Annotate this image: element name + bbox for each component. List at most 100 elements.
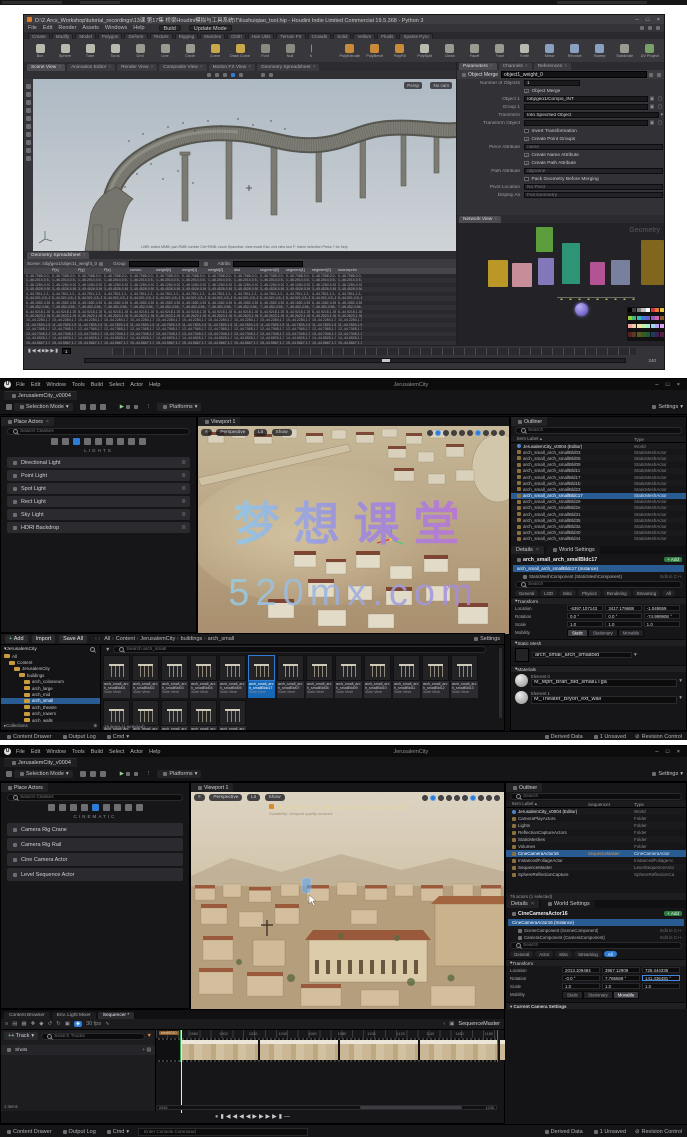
derived-data-button[interactable]: Derived Data xyxy=(543,734,583,740)
basic-icon[interactable] xyxy=(59,804,66,811)
transform-icon[interactable] xyxy=(80,771,86,777)
viewport-menu-icon[interactable]: ≡ xyxy=(201,429,212,436)
play-button[interactable]: ▶ xyxy=(120,404,124,410)
cmd-button[interactable]: Cmd▾ xyxy=(105,1129,129,1135)
houdini-shelf-tool[interactable]: Knife xyxy=(513,44,537,58)
grid-snap-icon[interactable] xyxy=(470,795,476,801)
gear-icon[interactable] xyxy=(657,73,661,77)
palette-swatch[interactable] xyxy=(646,332,650,336)
palette-swatch[interactable] xyxy=(641,324,645,328)
drag-handle-icon[interactable]: ≣ xyxy=(181,486,186,492)
ue-menu-item[interactable]: Actor xyxy=(130,382,143,388)
material-sphere-thumbnail[interactable] xyxy=(515,674,528,687)
houdini-pane-tab[interactable]: Motion FX View× xyxy=(209,64,255,71)
move-tool-icon[interactable] xyxy=(215,73,219,77)
houdini-pane-tab[interactable]: Geometry Spreadsheet× xyxy=(257,64,319,71)
asset-tile[interactable]: arch_small_arch_smallBld02Static Mesh xyxy=(132,655,159,698)
search-icon[interactable] xyxy=(90,647,95,652)
transport-controls[interactable]: ▮◀◀■▶▶▮ 1 xyxy=(28,348,74,354)
geometry-icon[interactable] xyxy=(114,804,121,811)
step-back-button[interactable]: ◀ xyxy=(246,1113,253,1120)
playback-range-slider[interactable] xyxy=(84,358,626,363)
frame-skip-icon[interactable] xyxy=(126,405,130,409)
place-actor-item[interactable]: Rect Light ≣ xyxy=(7,496,190,507)
static-mesh-dropdown[interactable]: arch_small_arch_smallBld xyxy=(532,652,632,658)
asset-search[interactable] xyxy=(113,646,486,653)
perspective-dropdown[interactable]: Perspective xyxy=(216,429,249,436)
materials-section-header[interactable]: ▾ Materials xyxy=(511,665,686,672)
geometry-icon[interactable] xyxy=(117,438,124,445)
mobility-button[interactable]: Movable xyxy=(618,629,645,637)
houdini-shelf-tool[interactable]: UV Project xyxy=(638,44,662,58)
frame-skip-icon[interactable] xyxy=(126,772,130,776)
outliner-row[interactable]: JerusalemCity_v0004 (Editor) World xyxy=(511,443,686,449)
ue-window-buttons[interactable]: – □ × xyxy=(655,749,683,755)
output-log-button[interactable]: Output Log xyxy=(61,734,96,740)
outliner-row[interactable]: CameraPlayActors Folder xyxy=(506,815,686,822)
transform-section-header[interactable]: ▾ Transform xyxy=(506,959,686,966)
houdini-shelf-tool[interactable]: Sphere xyxy=(53,44,77,58)
settings-dropdown[interactable]: Settings▾ xyxy=(650,404,683,410)
outliner-row[interactable]: InstancedFoliageActor InstancedFoliageAc xyxy=(506,857,686,864)
ue-menu-item[interactable]: File xyxy=(16,749,25,755)
breadcrumb-item[interactable]: buildings xyxy=(181,636,206,642)
houdini-shelf-tool[interactable]: Curve xyxy=(203,44,227,58)
display-options-icon[interactable] xyxy=(269,73,273,77)
houdini-update-mode-pill[interactable]: Update Mode xyxy=(189,25,232,31)
revision-control-button[interactable]: ⊘Revision Control xyxy=(635,1129,682,1135)
collections-row[interactable]: ▸ Collections⊕ xyxy=(1,722,100,729)
cb-settings-button[interactable]: Settings xyxy=(472,636,500,642)
dropdown-arrow-icon[interactable]: ▾ xyxy=(661,113,663,118)
palette-swatch[interactable] xyxy=(646,324,650,328)
drag-handle-icon[interactable]: ≣ xyxy=(181,499,186,505)
asset-tile[interactable]: arch_small_arch_smallBld09Static Mesh xyxy=(335,655,362,698)
palette-swatch[interactable] xyxy=(632,324,636,328)
sequence-name[interactable]: SequenceMaster xyxy=(458,1021,500,1027)
details-filter[interactable]: Misc xyxy=(555,951,572,957)
import-button[interactable]: Import xyxy=(32,635,56,643)
palette-swatch[interactable] xyxy=(632,332,636,336)
palette-swatch[interactable] xyxy=(632,308,636,312)
palette-swatch[interactable] xyxy=(660,332,664,336)
details-tab[interactable]: Details× xyxy=(506,900,539,908)
instance-row[interactable]: arch_small_arch_smallBldc17 (Instance) xyxy=(513,565,684,572)
scale-icon[interactable] xyxy=(100,404,106,410)
filter-icon[interactable]: ▼ xyxy=(147,1033,152,1039)
shot-thumbnail[interactable] xyxy=(420,1040,498,1060)
selection-mode-dropdown[interactable]: Selection Mode▾ xyxy=(14,770,73,778)
console-input[interactable] xyxy=(138,1128,308,1136)
timeline-ruler[interactable] xyxy=(112,348,636,355)
drag-handle-icon[interactable]: ≣ xyxy=(181,460,186,466)
outliner-row[interactable]: arch_small_arch_smallBld35 StaticMeshAct… xyxy=(511,517,686,523)
snap-point-icon[interactable] xyxy=(26,140,31,145)
volumes-icon[interactable] xyxy=(125,804,132,811)
network-editor[interactable]: Geometry xyxy=(456,223,665,345)
outliner-row[interactable]: StaticMeshes Folder xyxy=(506,836,686,843)
mobility-button[interactable]: Stationary xyxy=(588,629,618,637)
recent-icon[interactable] xyxy=(51,438,58,445)
houdini-menu-item[interactable]: Render xyxy=(58,25,76,31)
playback-end-marker[interactable] xyxy=(497,1030,498,1062)
checkbox[interactable] xyxy=(524,153,529,158)
houdini-shelf-tool[interactable]: Sweep xyxy=(588,44,612,58)
palette-swatch[interactable] xyxy=(660,316,664,320)
palette-swatch[interactable] xyxy=(637,316,641,320)
attribs-filter-field[interactable] xyxy=(233,261,303,267)
outliner-row[interactable]: arch_small_arch_smallBldc17 StaticMeshAc… xyxy=(511,493,686,499)
group-filter-field[interactable] xyxy=(129,261,199,267)
network-box[interactable] xyxy=(611,260,630,285)
save-icon[interactable] xyxy=(6,771,12,777)
palette-swatch[interactable] xyxy=(628,316,632,320)
outliner-row[interactable]: SequenceMaster LevelSequenceActo xyxy=(506,864,686,871)
cinematic-icon[interactable] xyxy=(92,804,99,811)
houdini-pane-tab[interactable]: Render View× xyxy=(117,64,157,71)
scale-toggle-icon[interactable] xyxy=(451,430,457,436)
lights-icon[interactable] xyxy=(73,438,80,445)
asset-tile[interactable]: arch_small_arch_smallBld16Static Mesh xyxy=(161,700,188,730)
param-pane-tab[interactable]: Parameters× xyxy=(459,63,497,70)
outliner-row[interactable]: arch_small_arch_smallBld1b StaticMeshAct… xyxy=(511,480,686,486)
prev-key-button[interactable]: ◀◀ xyxy=(232,1113,245,1120)
houdini-shelf-tool[interactable]: PolyBevel xyxy=(363,44,387,58)
scale-toggle-icon[interactable] xyxy=(446,795,452,801)
palette-swatch[interactable] xyxy=(651,324,655,328)
